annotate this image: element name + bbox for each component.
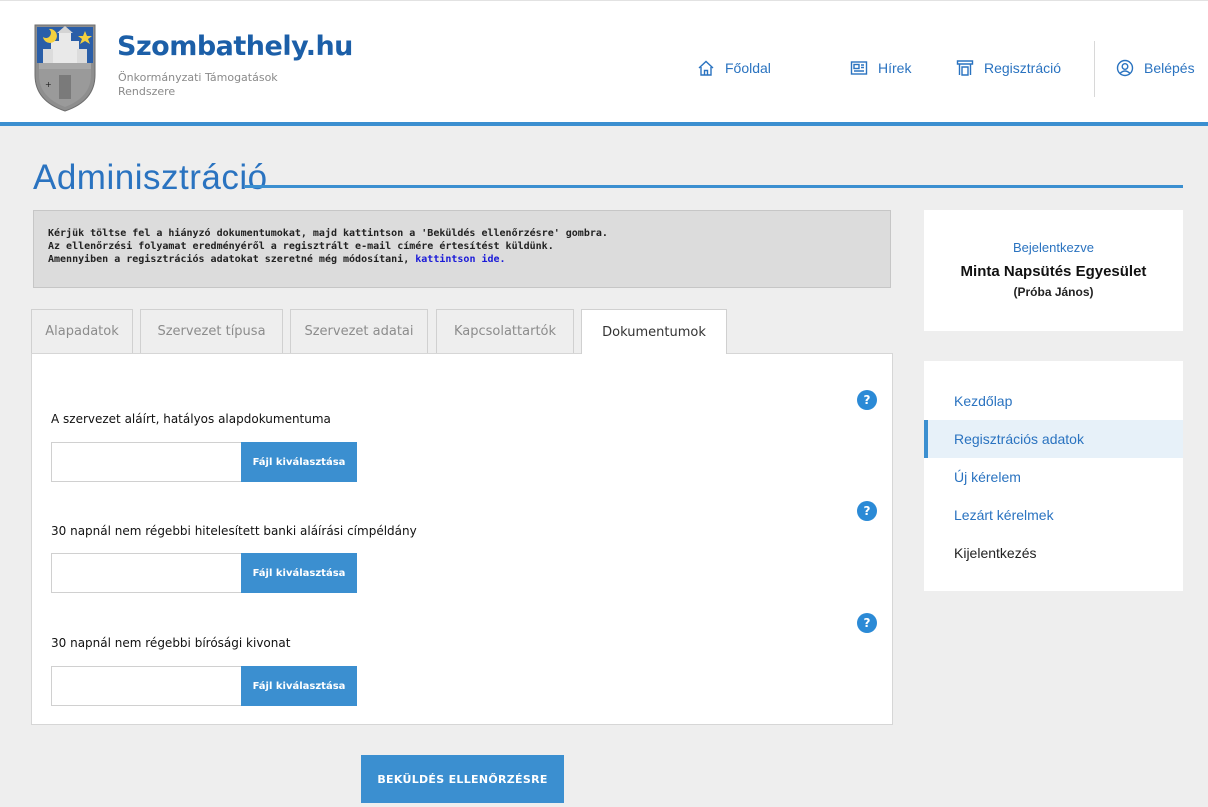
home-icon — [698, 60, 714, 76]
nav-registration[interactable]: Regisztráció — [956, 59, 1061, 77]
notice-line-2: Az ellenőrzési folyamat eredményéről a r… — [48, 241, 554, 252]
tab-dokumentumok[interactable]: Dokumentumok — [581, 309, 727, 354]
submit-for-review-button[interactable]: BEKÜLDÉS ELLENŐRZÉSRE — [361, 755, 564, 803]
choose-file-button[interactable]: Fájl kiválasztása — [241, 442, 357, 482]
sidebar-item-regisztracios-adatok[interactable]: Regisztrációs adatok — [924, 420, 1183, 458]
help-icon[interactable]: ? — [857, 613, 877, 633]
sidebar-menu: Kezdőlap Regisztrációs adatok Új kérelem… — [924, 361, 1183, 591]
nav-news[interactable]: Hírek — [850, 59, 911, 77]
sidebar-item-kijelentkezes[interactable]: Kijelentkezés — [924, 534, 1183, 572]
help-icon[interactable]: ? — [857, 390, 877, 410]
nav-registration-label: Regisztráció — [984, 60, 1062, 76]
news-icon — [850, 61, 868, 75]
document-label-alapdokumentum: A szervezet aláírt, hatályos alapdokumen… — [51, 412, 331, 426]
file-input-alapdokumentum[interactable] — [51, 442, 242, 482]
tab-szervezet-adatai[interactable]: Szervezet adatai — [290, 309, 428, 353]
city-crest-logo[interactable]: + — [33, 23, 97, 113]
notice-line-3: Amennyiben a regisztrációs adatokat szer… — [48, 253, 876, 266]
nav-news-label: Hírek — [878, 60, 912, 76]
svg-text:+: + — [45, 80, 52, 89]
sidebar-item-kezdolap[interactable]: Kezdőlap — [924, 382, 1183, 420]
title-underline — [245, 185, 1183, 188]
user-name: (Próba János) — [1013, 285, 1094, 299]
register-icon — [956, 60, 974, 76]
tab-szervezet-tipusa[interactable]: Szervezet típusa — [140, 309, 283, 353]
site-name[interactable]: Szombathely.hu — [117, 31, 353, 62]
nav-divider — [1094, 41, 1095, 97]
nav-login-label: Belépés — [1144, 60, 1195, 76]
notice-line-3-text: Amennyiben a regisztrációs adatokat szer… — [48, 254, 416, 265]
nav-home-label: Főoldal — [725, 60, 771, 76]
site-header: + Szombathely.hu Önkormányzati Támogatás… — [0, 0, 1208, 126]
nav-home[interactable]: Főoldal — [697, 59, 771, 77]
sidebar-item-uj-kerelem[interactable]: Új kérelem — [924, 458, 1183, 496]
login-status-card: Bejelentkezve Minta Napsütés Egyesület (… — [924, 210, 1183, 331]
site-subtitle: Önkormányzati Támogatások Rendszere — [118, 71, 278, 98]
tab-kapcsolattartok[interactable]: Kapcsolattartók — [436, 309, 574, 353]
tab-alapadatok[interactable]: Alapadatok — [31, 309, 133, 353]
organization-name: Minta Napsütés Egyesület — [960, 263, 1147, 280]
user-icon — [1116, 59, 1134, 77]
document-label-cimpeldany: 30 napnál nem régebbi hitelesített banki… — [51, 524, 417, 538]
file-input-birosagi-kivonat[interactable] — [51, 666, 242, 706]
sidebar-item-lezart-kerelmek[interactable]: Lezárt kérelmek — [924, 496, 1183, 534]
choose-file-button[interactable]: Fájl kiválasztása — [241, 666, 357, 706]
notice-line-1: Kérjük töltse fel a hiányzó dokumentumok… — [48, 228, 608, 239]
login-status: Bejelentkezve — [1013, 240, 1094, 255]
info-notice: Kérjük töltse fel a hiányzó dokumentumok… — [33, 210, 891, 288]
nav-login[interactable]: Belépés — [1116, 59, 1195, 77]
file-input-cimpeldany[interactable] — [51, 553, 242, 593]
page-title: Adminisztráció — [33, 158, 268, 197]
document-label-birosagi-kivonat: 30 napnál nem régebbi bírósági kivonat — [51, 636, 291, 650]
edit-registration-link[interactable]: kattintson ide. — [415, 254, 505, 265]
help-icon[interactable]: ? — [857, 501, 877, 521]
choose-file-button[interactable]: Fájl kiválasztása — [241, 553, 357, 593]
